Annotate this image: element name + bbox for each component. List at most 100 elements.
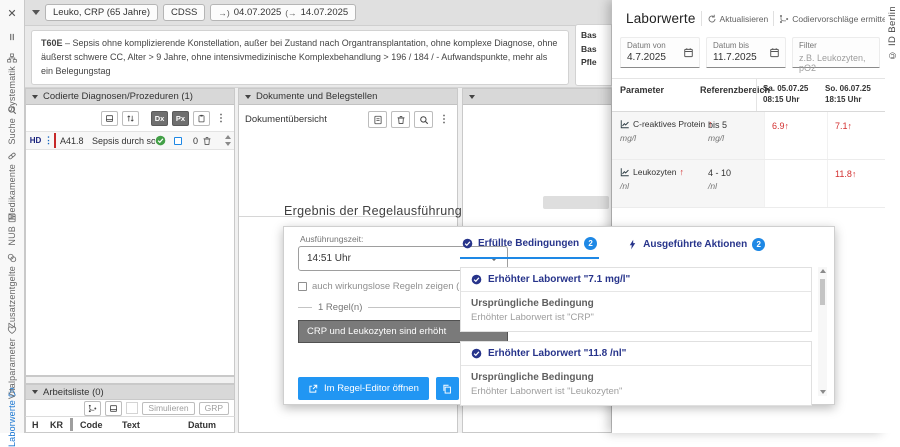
scrollbar-thumb[interactable] [820, 279, 825, 305]
tab-fulfilled-conditions[interactable]: Erfüllte Bedingungen 2 [460, 237, 599, 259]
simulate-label: Simulieren [148, 403, 188, 413]
panel-scrollbar[interactable] [25, 376, 235, 384]
stay-dates-chip[interactable]: →) 04.07.2025 (→ 14.07.2025 [210, 4, 356, 21]
worklist-header[interactable]: Arbeitsliste (0) [25, 384, 235, 400]
checkbox[interactable] [298, 282, 307, 291]
more-icon[interactable]: ⋮ [214, 113, 228, 124]
checkbox-label: auch wirkungslose Regeln zeigen (2) [312, 281, 468, 292]
clipboard-button[interactable] [193, 111, 210, 126]
lab-row-label-area: C-reaktives Protein ↑ mg/l bis 5 mg/l [612, 112, 764, 159]
lab-value-sun[interactable]: 11.8↑ [827, 160, 885, 207]
card-view-button[interactable] [105, 401, 122, 416]
open-rule-editor-label: Im Regel-Editor öffnen [324, 383, 419, 394]
clipboard-icon [197, 114, 206, 123]
date-from-field[interactable]: Datum von 4.7.2025 [620, 37, 700, 68]
tab-executed-actions[interactable]: Ausgeführte Aktionen 2 [625, 237, 767, 259]
scroll-down-icon[interactable] [820, 390, 826, 394]
patient-bar: Leuko, CRP (65 Jahre) CDSS →) 04.07.2025… [25, 0, 612, 26]
lab-row-leukocytes[interactable]: Leukozyten ↑ /nl 4 - 10 /nl 11.8↑ [612, 160, 885, 208]
dialog-scrollbar[interactable] [818, 267, 827, 396]
chevron-down-icon [32, 390, 38, 394]
chart-line-icon[interactable] [620, 119, 630, 129]
column-parameter[interactable]: Parameter [612, 79, 700, 111]
chevron-down-icon[interactable] [32, 10, 40, 15]
delete-button[interactable] [202, 136, 212, 146]
sidebar-item-medikamente[interactable]: Medikamente [0, 147, 25, 209]
copy-icon [442, 384, 452, 394]
dx-filter-toggle[interactable]: Dx [151, 111, 168, 126]
row-more-icon[interactable]: ⋮ [43, 135, 54, 146]
filter-placeholder: z.B. Leukozyten, pO2 [799, 53, 873, 73]
filter-input[interactable]: Filter z.B. Leukozyten, pO2 [792, 37, 880, 68]
condition-card-body: Ursprüngliche Bedingung Erhöhter Laborwe… [461, 292, 811, 331]
documents-toolbar: ⋮ [368, 111, 451, 128]
documents-content: Dokumentübersicht ⋮ [239, 105, 457, 217]
date-to-field[interactable]: Datum bis 11.7.2025 [706, 37, 786, 68]
column-header-code[interactable]: Code [80, 420, 122, 430]
sidebar-item-vitalparameter[interactable]: Vitalparameter [0, 321, 25, 383]
sidebar-item-systematik[interactable]: Systematik [0, 49, 25, 101]
sidebar-item-zusatzentgelte[interactable]: Zusatzentgelte [0, 249, 25, 321]
validated-check-icon [155, 135, 166, 146]
lab-value-sun[interactable]: 7.1↑ [827, 112, 885, 159]
column-saturday[interactable]: Sa. 05.07.25 08:15 Uhr [756, 79, 819, 111]
coded-diagnoses-header[interactable]: Codierte Diagnosen/Prozeduren (1) [26, 89, 234, 105]
group-button[interactable] [84, 401, 101, 416]
new-document-button[interactable] [368, 111, 387, 128]
condition-detail: Erhöhter Laborwert ist "Leukozyten" [471, 386, 801, 397]
blank-toggle[interactable] [126, 402, 138, 414]
horizontal-scrollbar[interactable] [543, 196, 609, 209]
parameter-unit: /nl [620, 181, 708, 191]
coding-suggestions-button[interactable]: Codiervorschläge ermitteln [779, 14, 893, 24]
lab-value-sat[interactable] [764, 160, 827, 207]
search-icon [419, 115, 429, 125]
sort-button[interactable] [122, 111, 139, 126]
sidebar-item-label: Zusatzentgelte [7, 266, 17, 328]
lab-row-crp[interactable]: C-reaktives Protein ↑ mg/l bis 5 mg/l 6.… [612, 112, 885, 160]
column-divider[interactable] [70, 418, 73, 431]
collapsed-panel-header[interactable] [463, 89, 611, 105]
px-filter-toggle[interactable]: Px [172, 111, 189, 126]
cdss-label: CDSS [171, 7, 197, 18]
chevron-down-icon [469, 95, 475, 99]
selection-checkbox[interactable] [174, 137, 182, 145]
refresh-button[interactable]: Aktualisieren [707, 14, 769, 24]
patient-chip[interactable]: Leuko, CRP (65 Jahre) [45, 4, 158, 21]
column-header-h[interactable]: H [32, 420, 50, 430]
worklist-toolbar: Simulieren GRP [25, 400, 235, 416]
grp-button[interactable]: GRP [199, 402, 229, 415]
condition-cards: Erhöhter Laborwert "7.1 mg/l" Ursprüngli… [460, 267, 812, 415]
diagnosis-row[interactable]: HD ⋮ A41.8 Sepsis durch son... 0 [26, 131, 234, 150]
collapse-panel-icon[interactable] [0, 27, 25, 47]
icd-code: A41.8 [60, 136, 92, 146]
search-document-button[interactable] [414, 111, 433, 128]
simulate-button[interactable]: Simulieren [142, 402, 194, 415]
panel-title: Dokumente und Belegstellen [256, 91, 377, 102]
documents-header[interactable]: Dokumente und Belegstellen [239, 89, 457, 105]
open-rule-editor-button[interactable]: Im Regel-Editor öffnen [298, 377, 429, 400]
clipped-line: Pfle [581, 56, 606, 70]
rule-name: CRP und Leukozyten sind erhöht [307, 326, 446, 337]
sidebar-item-label: Medikamente [7, 164, 17, 220]
condition-title: Erhöhter Laborwert "11.8 /nl" [488, 348, 626, 359]
panel-title: Laborwerte [626, 11, 696, 26]
delete-document-button[interactable] [391, 111, 410, 128]
card-view-button[interactable] [101, 111, 118, 126]
column-header-kr[interactable]: KR [50, 420, 70, 430]
cdss-chip[interactable]: CDSS [163, 4, 205, 21]
calendar-icon[interactable] [683, 47, 694, 58]
rule-dialog-right: Erfüllte Bedingungen 2 Ausgeführte Aktio… [456, 227, 834, 404]
column-sunday[interactable]: So. 06.07.25 18:15 Uhr [819, 79, 877, 111]
chart-line-icon[interactable] [620, 167, 630, 177]
patient-name: Leuko, CRP (65 Jahre) [53, 7, 150, 18]
calendar-icon[interactable] [769, 47, 780, 58]
close-icon[interactable] [0, 3, 25, 23]
scroll-up-icon[interactable] [820, 269, 826, 273]
more-icon[interactable]: ⋮ [437, 114, 451, 125]
column-header-text[interactable]: Text [122, 420, 188, 430]
drg-text: – Sepsis ohne komplizierende Konstellati… [41, 38, 557, 76]
column-reference[interactable]: Referenzbereich [700, 79, 756, 111]
column-header-datum[interactable]: Datum [188, 420, 228, 430]
row-scrollbar[interactable] [225, 135, 232, 146]
lab-value-sat[interactable]: 6.9↑ [764, 112, 827, 159]
